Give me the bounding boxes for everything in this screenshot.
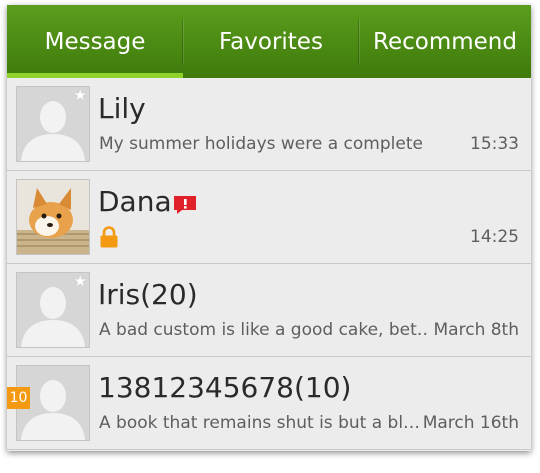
avatar[interactable] <box>16 179 90 255</box>
conversation-row[interactable]: 10 13812345678(10) A book that remains s… <box>7 357 531 450</box>
message-preview: My summer holidays were a complete <box>99 134 423 154</box>
message-preview: A bad custom is like a good cake, bet… <box>99 320 429 340</box>
conversation-row[interactable]: Dana 14:25 <box>7 171 531 264</box>
tab-bar: Message Favorites Recommend <box>7 5 531 78</box>
contact-name: Lily <box>98 92 146 125</box>
dog-photo-icon <box>17 180 89 254</box>
message-time: 15:33 <box>470 134 519 154</box>
conversation-list: ★ Lily My summer holidays were a complet… <box>7 78 531 450</box>
tab-message-label: Message <box>44 28 146 55</box>
avatar[interactable]: ★ <box>16 272 90 348</box>
conversation-row[interactable]: ★ Lily My summer holidays were a complet… <box>7 78 531 171</box>
alert-icon <box>174 196 196 214</box>
message-time: March 16th <box>422 413 519 433</box>
message-time: 14:25 <box>470 227 519 247</box>
tab-recommend-label: Recommend <box>373 28 517 55</box>
star-icon: ★ <box>73 86 87 104</box>
contact-name: Iris(20) <box>98 278 198 311</box>
tab-favorites[interactable]: Favorites <box>183 5 359 78</box>
contact-name: Dana <box>98 185 172 218</box>
tab-message[interactable]: Message <box>7 5 183 78</box>
lock-icon <box>100 226 118 248</box>
contact-name: 13812345678(10) <box>98 371 352 404</box>
app-window: Message Favorites Recommend ★ Lily My su… <box>7 5 531 451</box>
message-preview: A book that remains shut is but a bl… <box>99 413 421 433</box>
avatar[interactable]: ★ <box>16 86 90 162</box>
tab-favorites-label: Favorites <box>219 28 323 55</box>
message-time: March 8th <box>433 320 519 340</box>
star-icon: ★ <box>73 272 87 290</box>
conversation-row[interactable]: ★ Iris(20) A bad custom is like a good c… <box>7 264 531 357</box>
tab-recommend[interactable]: Recommend <box>359 5 531 78</box>
unread-count-badge: 10 <box>7 387 30 409</box>
